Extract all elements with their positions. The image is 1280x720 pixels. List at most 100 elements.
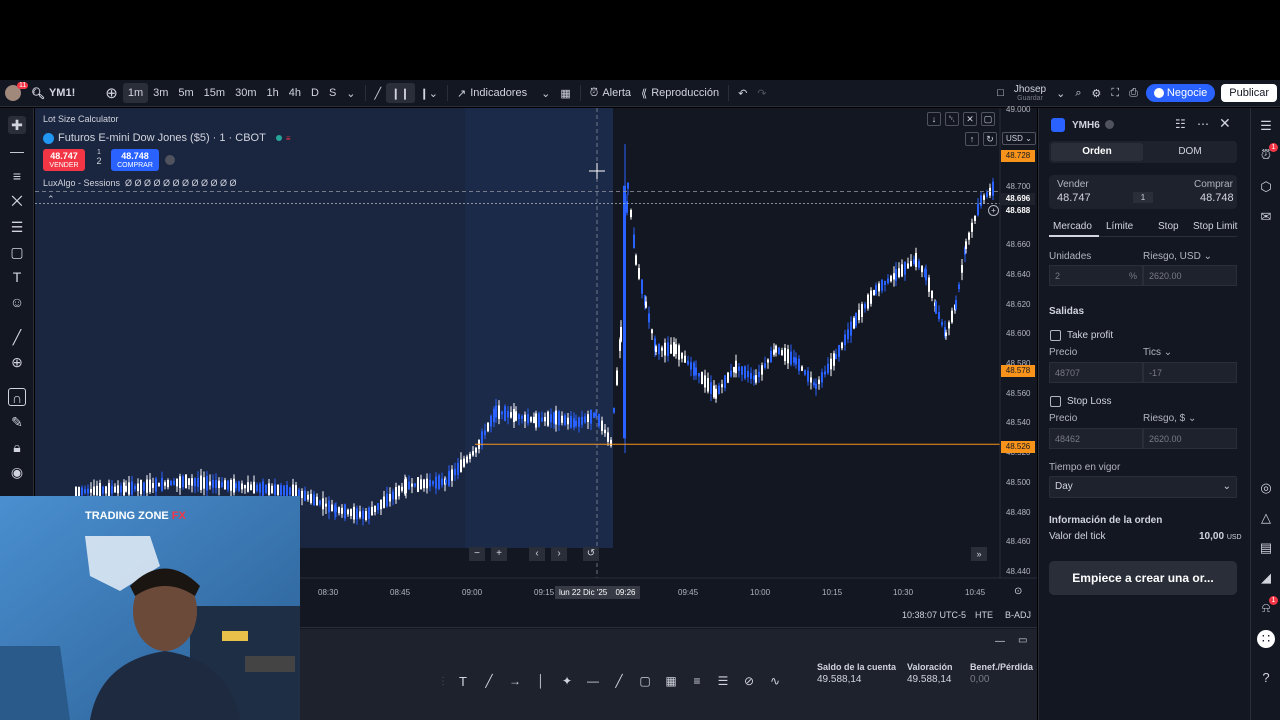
rectangle-icon[interactable]: ▢ (8, 243, 26, 261)
scroll-right-button[interactable]: › (551, 547, 567, 561)
timeframe-1m[interactable]: 1m (122, 83, 149, 103)
refresh-icon[interactable]: ↻ (983, 132, 997, 146)
timeframe-4h[interactable]: 4h (284, 80, 306, 106)
replay-button[interactable]: ⟪ Reproducción (636, 80, 724, 106)
quick-search-icon[interactable]: ⌕ (1070, 80, 1086, 106)
adjustment-toggle[interactable]: B-ADJ (1005, 610, 1031, 620)
collapse-icon[interactable]: ✕ (963, 112, 977, 126)
layers-icon[interactable]: ⬡ (1257, 178, 1275, 196)
watchlist-icon[interactable]: ☰ (1257, 117, 1275, 135)
add-symbol-button[interactable]: ⊕ (100, 80, 123, 106)
timeframe-s[interactable]: S (324, 80, 341, 106)
trend-line-icon[interactable]: — (8, 142, 26, 160)
add-order-icon[interactable]: + (988, 205, 999, 216)
zoom-icon[interactable]: ⊕ (8, 353, 26, 371)
sl-risk-input[interactable]: 2620.00 (1143, 428, 1237, 449)
drag-handle-icon[interactable]: ⋮ (438, 676, 450, 687)
camera-icon[interactable]: ⎙ (1124, 80, 1143, 106)
magnet-icon[interactable]: ∩ (8, 388, 26, 406)
chevron-down-icon[interactable]: ⌄ (1051, 80, 1070, 106)
fib-icon[interactable]: ☰ (8, 218, 26, 236)
user-avatar[interactable]: 11 (0, 80, 29, 106)
session-toggle[interactable]: HTE (975, 610, 993, 620)
arrow-up-icon[interactable]: ↑ (965, 132, 979, 146)
fib-retracement-icon[interactable]: ☰ (710, 674, 736, 688)
scroll-to-realtime-button[interactable]: » (971, 547, 987, 561)
symbol-search[interactable]: 🔍︎ YM1! (26, 80, 80, 106)
chat-icon[interactable]: ✉︎ (1257, 208, 1275, 226)
trash-icon[interactable]: ␡ (945, 112, 959, 126)
help-icon[interactable]: ? (1257, 669, 1275, 687)
settings-icon[interactable]: ⚙︎ (1087, 80, 1107, 106)
candle-chart-icon[interactable]: ❙❙ (386, 83, 415, 103)
grid-tool-icon[interactable]: ▦ (658, 674, 684, 688)
text-icon[interactable]: T (8, 268, 26, 286)
tp-ticks-selector[interactable]: Tics ⌄ (1143, 347, 1172, 358)
path-icon[interactable]: ✦ (554, 674, 580, 688)
indicators-button[interactable]: ↗ Indicadores ⌄ (452, 80, 555, 106)
horizontal-lines-icon[interactable]: ≡ (8, 167, 26, 185)
maximize-icon[interactable]: ▢ (981, 112, 995, 126)
timeframe-3m[interactable]: 3m (148, 80, 173, 106)
order-type-stop-limit[interactable]: Stop Limit (1193, 221, 1237, 232)
sl-risk-selector[interactable]: Riesgo, $ ⌄ (1143, 413, 1196, 424)
create-order-button[interactable]: Empiece a crear una or... (1049, 561, 1237, 595)
alert-button[interactable]: ⏰︎ Alerta (585, 80, 636, 106)
order-type-market[interactable]: Mercado (1053, 221, 1092, 232)
undo-icon[interactable]: ↶ (733, 80, 752, 106)
zoom-in-button[interactable]: + (491, 547, 507, 561)
maximize-panel-icon[interactable]: ▭ (1018, 635, 1027, 646)
timeframe-5m[interactable]: 5m (173, 80, 198, 106)
parallel-channel-icon[interactable]: ≡ (684, 674, 710, 688)
layout-icon[interactable]: ☷ (1175, 117, 1186, 131)
line-chart-icon[interactable]: ╱ (370, 80, 387, 106)
horizontal-ray-icon[interactable]: → (502, 674, 528, 688)
publish-button[interactable]: Publicar (1221, 84, 1277, 102)
more-icon[interactable]: ⋯ (1197, 117, 1209, 131)
news-feed-icon[interactable]: ◢ (1257, 569, 1275, 587)
pencil-lock-icon[interactable]: ✎ (8, 413, 26, 431)
user-menu[interactable]: Jhosep Guardar (1009, 80, 1051, 106)
lock-icon[interactable]: 🔒︎ (8, 438, 26, 456)
calendar-icon[interactable]: ▤ (1257, 539, 1275, 557)
risk-input[interactable]: 2620.00 (1143, 265, 1237, 286)
target-icon[interactable]: ◎ (1257, 479, 1275, 497)
rectangle-tool-icon[interactable]: ▢ (632, 674, 658, 688)
quick-sell-button[interactable]: 48.747 VENDER (43, 149, 85, 171)
horizontal-line-icon[interactable]: — (580, 674, 606, 688)
risk-label[interactable]: Riesgo, USD ⌄ (1143, 251, 1212, 262)
units-input[interactable]: 2 % (1049, 265, 1143, 286)
wave-icon[interactable]: ∿ (762, 674, 788, 688)
negocie-button[interactable]: Negocie (1145, 84, 1216, 102)
collapse-legend-icon[interactable]: ⌃ (47, 194, 55, 205)
layouts-icon[interactable]: ▦ (555, 80, 575, 106)
timeframe-15m[interactable]: 15m (199, 80, 230, 106)
server-time[interactable]: 10:38:07 UTC-5 (902, 610, 966, 620)
tp-ticks-input[interactable]: -17 (1143, 362, 1237, 383)
stop-loss-checkbox[interactable] (1050, 396, 1061, 407)
trend-line-icon[interactable]: ╱ (606, 674, 632, 688)
info-icon[interactable] (165, 155, 175, 165)
eye-icon[interactable]: ◉ (8, 463, 26, 481)
bar-chart-icon[interactable]: ❙⌄ (415, 80, 443, 106)
zoom-out-button[interactable]: − (469, 547, 485, 561)
ruler-icon[interactable]: ╱ (8, 328, 26, 346)
order-type-stop[interactable]: Stop (1158, 221, 1179, 232)
close-icon[interactable]: ✕ (1219, 115, 1231, 132)
ideas-icon[interactable]: △ (1257, 509, 1275, 527)
sl-price-input[interactable]: 48462 (1049, 428, 1143, 449)
timeframe-1h[interactable]: 1h (261, 80, 283, 106)
tab-dom[interactable]: DOM (1145, 143, 1235, 161)
tab-order[interactable]: Orden (1051, 143, 1143, 161)
tp-price-input[interactable]: 48707 (1049, 362, 1143, 383)
redo-icon[interactable]: ↷ (752, 80, 771, 106)
brush-icon[interactable]: ╱ (476, 674, 502, 688)
eraser-icon[interactable]: ⊘ (736, 674, 762, 688)
tif-select[interactable]: Day ⌄ (1049, 476, 1237, 498)
text-tool-icon[interactable]: T (450, 674, 476, 689)
reset-chart-button[interactable]: ↺ (583, 547, 599, 561)
vertical-line-icon[interactable]: │ (528, 674, 554, 688)
minimize-icon[interactable]: — (995, 636, 1005, 647)
layout-square-icon[interactable]: □ (992, 80, 1009, 106)
timeframe-d[interactable]: D (306, 80, 324, 106)
